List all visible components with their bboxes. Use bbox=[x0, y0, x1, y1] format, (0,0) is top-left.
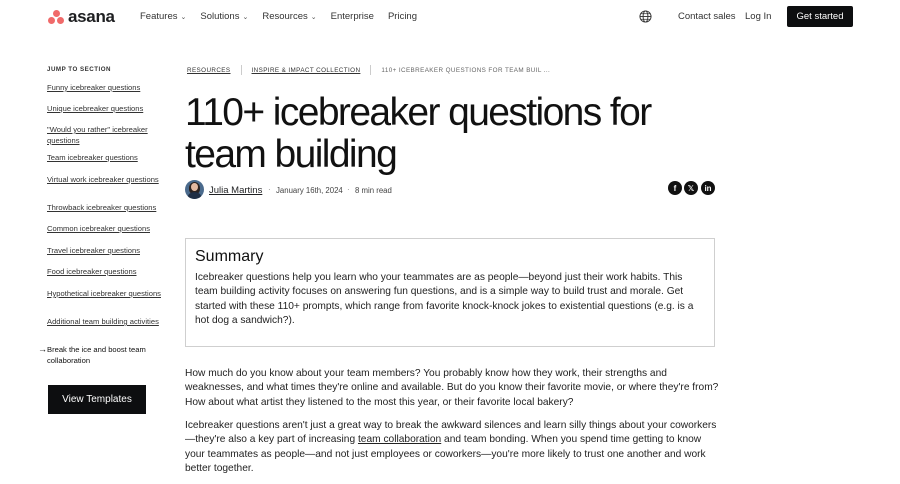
toc-link-team[interactable]: Team icebreaker questions bbox=[47, 152, 169, 163]
toc-link-travel[interactable]: Travel icebreaker questions bbox=[47, 245, 169, 256]
intro-paragraph: How much do you know about your team mem… bbox=[185, 368, 719, 408]
log-in-link[interactable]: Log In bbox=[745, 11, 771, 22]
toc-link-additional-activities[interactable]: Additional team building activities bbox=[47, 316, 169, 327]
nav-links: Features ⌄ Solutions ⌄ Resources ⌄ Enter… bbox=[140, 11, 417, 22]
top-nav: asana Features ⌄ Solutions ⌄ Resources ⌄… bbox=[0, 0, 900, 34]
author-link[interactable]: Julia Martins bbox=[209, 185, 262, 196]
summary-box: Summary Icebreaker questions help you le… bbox=[185, 238, 715, 347]
nav-pricing[interactable]: Pricing bbox=[388, 11, 417, 22]
globe-icon[interactable] bbox=[639, 10, 652, 23]
asana-logo[interactable]: asana bbox=[48, 7, 115, 26]
publish-date: January 16th, 2024 bbox=[276, 186, 343, 195]
nav-resources[interactable]: Resources ⌄ bbox=[262, 11, 316, 22]
breadcrumb-resources[interactable]: RESOURCES bbox=[187, 67, 231, 74]
breadcrumb-divider bbox=[240, 65, 242, 75]
contact-sales-link[interactable]: Contact sales bbox=[678, 11, 736, 22]
toc-link-food[interactable]: Food icebreaker questions bbox=[47, 266, 169, 277]
chevron-down-icon: ⌄ bbox=[180, 13, 187, 21]
toc-link-common[interactable]: Common icebreaker questions bbox=[47, 223, 169, 234]
toc-link-unique[interactable]: Unique icebreaker questions bbox=[47, 103, 169, 114]
toc-link-would-you-rather[interactable]: "Would you rather" icebreaker questions bbox=[47, 124, 169, 146]
nav-features-label: Features bbox=[140, 11, 178, 22]
byline-separator: · bbox=[268, 185, 271, 194]
toc-link-active[interactable]: Break the ice and boost team collaborati… bbox=[47, 344, 159, 366]
view-templates-button[interactable]: View Templates bbox=[48, 385, 146, 414]
nav-solutions-label: Solutions bbox=[200, 11, 240, 22]
nav-resources-label: Resources bbox=[262, 11, 308, 22]
nav-enterprise[interactable]: Enterprise bbox=[331, 11, 374, 22]
asana-logo-icon bbox=[48, 10, 64, 24]
jump-to-section-label: JUMP TO SECTION bbox=[47, 66, 111, 73]
chevron-down-icon: ⌄ bbox=[242, 13, 249, 21]
nav-solutions[interactable]: Solutions ⌄ bbox=[200, 11, 248, 22]
arrow-right-icon: → bbox=[38, 344, 47, 354]
facebook-share-icon[interactable]: f bbox=[668, 181, 682, 195]
linkedin-share-icon[interactable]: in bbox=[701, 181, 715, 195]
nav-pricing-label: Pricing bbox=[387, 11, 417, 22]
author-avatar[interactable] bbox=[185, 180, 204, 199]
chevron-down-icon: ⌄ bbox=[310, 13, 317, 21]
toc-link-throwback[interactable]: Throwback icebreaker questions bbox=[47, 202, 169, 213]
summary-heading: Summary bbox=[195, 248, 264, 265]
toc-link-funny[interactable]: Funny icebreaker questions bbox=[47, 82, 169, 93]
breadcrumb-collection[interactable]: INSPIRE & IMPACT COLLECTION bbox=[252, 67, 361, 74]
x-share-icon[interactable]: 𝕏 bbox=[684, 181, 698, 195]
logo-wordmark: asana bbox=[68, 7, 115, 26]
toc-link-hypothetical[interactable]: Hypothetical icebreaker questions bbox=[47, 288, 169, 299]
nav-features[interactable]: Features ⌄ bbox=[140, 11, 186, 22]
get-started-button[interactable]: Get started bbox=[787, 6, 853, 27]
summary-text: Icebreaker questions help you learn who … bbox=[195, 272, 694, 326]
breadcrumb-divider bbox=[370, 65, 372, 75]
breadcrumb-current: 110+ ICEBREAKER QUESTIONS FOR TEAM BUIL … bbox=[381, 66, 551, 74]
body-paragraph: Icebreaker questions aren't just a great… bbox=[185, 419, 720, 476]
toc-link-virtual-work[interactable]: Virtual work icebreaker questions bbox=[47, 174, 169, 185]
breadcrumb: RESOURCES INSPIRE & IMPACT COLLECTION 11… bbox=[187, 65, 550, 75]
nav-enterprise-label: Enterprise bbox=[330, 11, 374, 22]
byline-separator: · bbox=[347, 185, 350, 194]
read-time: 8 min read bbox=[355, 186, 392, 195]
team-collaboration-link[interactable]: team collaboration bbox=[358, 434, 441, 445]
page-title: 110+ icebreaker questions for team build… bbox=[185, 91, 652, 176]
